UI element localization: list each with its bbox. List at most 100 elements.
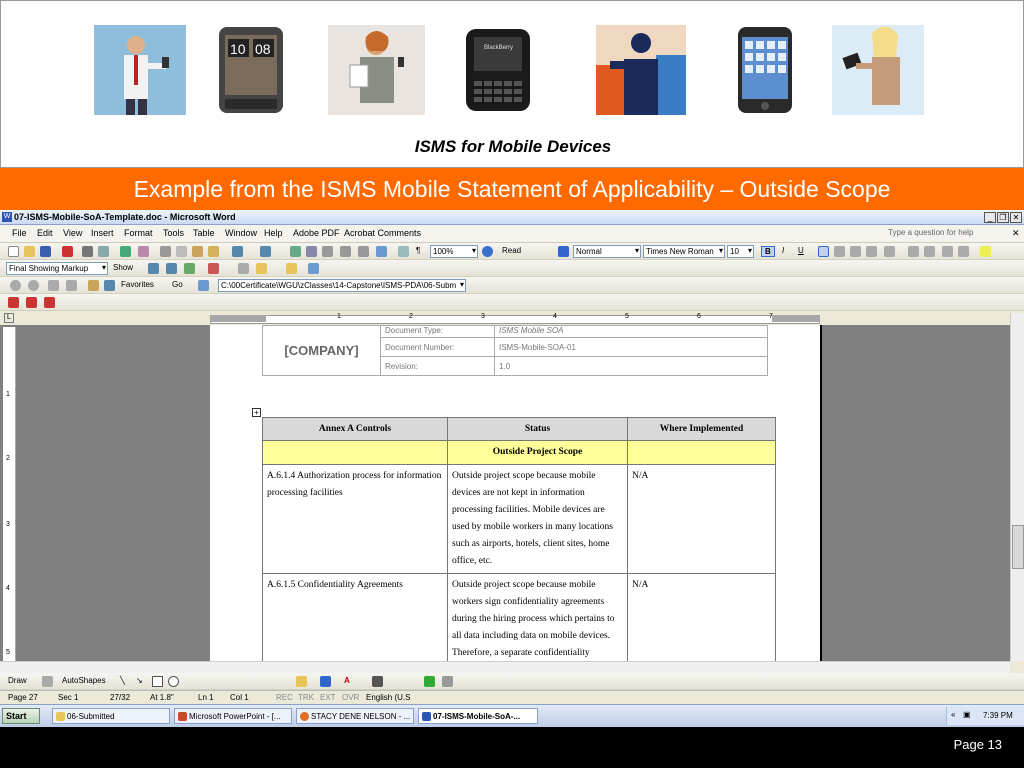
insert-table-icon[interactable] (322, 246, 333, 257)
highlight-icon[interactable] (980, 246, 991, 257)
fill-color-icon[interactable] (296, 676, 307, 687)
document-map-icon[interactable] (398, 246, 409, 257)
bold-button[interactable]: B (761, 246, 775, 257)
style-select[interactable]: Normal (573, 245, 641, 258)
numbering-icon[interactable] (908, 246, 919, 257)
next-change-icon[interactable] (166, 263, 177, 274)
convert-to-pdf-icon[interactable] (8, 297, 19, 308)
permission-icon[interactable] (62, 246, 73, 257)
zoom-select[interactable]: 100% (430, 245, 478, 258)
align-left-icon[interactable] (818, 246, 829, 257)
home-icon[interactable] (88, 280, 99, 291)
status-rec[interactable]: REC (276, 693, 293, 702)
increase-indent-icon[interactable] (958, 246, 969, 257)
reviewing-pane-icon[interactable] (286, 263, 297, 274)
table-move-handle-icon[interactable]: + (252, 408, 261, 417)
convert-and-review-icon[interactable] (44, 297, 55, 308)
document-page[interactable]: [COMPANY] Document Type: ISMS Mobile SOA… (210, 325, 822, 683)
arrow-icon[interactable]: ↘ (136, 676, 143, 685)
close-button[interactable]: ✕ (1010, 212, 1022, 223)
underline-button[interactable]: U (798, 246, 804, 255)
restore-button[interactable]: ❐ (997, 212, 1009, 223)
favorites-menu[interactable]: Favorites (121, 280, 154, 289)
font-size-select[interactable]: 10 (727, 245, 754, 258)
network-icon[interactable]: ▣ (963, 710, 971, 719)
status-ext[interactable]: EXT (320, 693, 336, 702)
bullets-icon[interactable] (924, 246, 935, 257)
stop-icon[interactable] (48, 280, 59, 291)
tray-expand-icon[interactable]: « (951, 710, 955, 719)
styles-icon[interactable] (558, 246, 569, 257)
menu-edit[interactable]: Edit (37, 228, 53, 238)
decrease-indent-icon[interactable] (942, 246, 953, 257)
go-menu[interactable]: Go (172, 280, 183, 289)
search-web-icon[interactable] (104, 280, 115, 291)
taskbar-item-folder[interactable]: 06-Submitted (52, 708, 170, 724)
autoshapes-menu[interactable]: AutoShapes (62, 676, 106, 685)
oval-icon[interactable] (168, 676, 179, 687)
copy-icon[interactable] (176, 246, 187, 257)
markup-view-select[interactable]: Final Showing Markup (6, 262, 108, 275)
status-trk[interactable]: TRK (298, 693, 314, 702)
insert-excel-icon[interactable] (340, 246, 351, 257)
line-color-icon[interactable] (320, 676, 331, 687)
columns-icon[interactable] (358, 246, 369, 257)
taskbar-item-word[interactable]: 07-ISMS-Mobile-SoA-... (418, 708, 538, 724)
draw-menu[interactable]: Draw (8, 676, 27, 685)
reject-change-icon[interactable] (208, 263, 219, 274)
compare-icon[interactable] (308, 263, 319, 274)
taskbar-item-powerpoint[interactable]: Microsoft PowerPoint - [... (174, 708, 292, 724)
tables-borders-icon[interactable] (306, 246, 317, 257)
read-button[interactable]: Read (502, 246, 521, 255)
back-icon[interactable] (10, 280, 21, 291)
select-objects-icon[interactable] (42, 676, 53, 687)
help-icon[interactable] (482, 246, 493, 257)
track-changes-icon[interactable] (256, 263, 267, 274)
spelling-icon[interactable] (120, 246, 131, 257)
convert-and-email-icon[interactable] (26, 297, 37, 308)
line-spacing-icon[interactable] (884, 246, 895, 257)
paste-icon[interactable] (192, 246, 203, 257)
align-center-icon[interactable] (834, 246, 845, 257)
rectangle-icon[interactable] (152, 676, 163, 687)
minimize-button[interactable]: _ (984, 212, 996, 223)
drawing-icon[interactable] (376, 246, 387, 257)
vertical-scrollbar[interactable] (1010, 313, 1024, 661)
print-icon[interactable] (82, 246, 93, 257)
menu-adobe-pdf[interactable]: Adobe PDF (293, 228, 340, 238)
refresh-icon[interactable] (66, 280, 77, 291)
start-button[interactable]: Start (2, 708, 40, 724)
status-ovr[interactable]: OVR (342, 693, 359, 702)
menu-tools[interactable]: Tools (163, 228, 184, 238)
menu-table[interactable]: Table (193, 228, 215, 238)
menu-insert[interactable]: Insert (91, 228, 114, 238)
tab-selector[interactable]: L (4, 313, 14, 323)
horizontal-scrollbar[interactable] (0, 661, 1010, 673)
font-select[interactable]: Times New Roman (643, 245, 725, 258)
taskbar-item-browser[interactable]: STACY DENE NELSON - ... (296, 708, 414, 724)
menu-help[interactable]: Help (264, 228, 283, 238)
show-web-toolbar-icon[interactable] (198, 280, 209, 291)
print-preview-icon[interactable] (98, 246, 109, 257)
previous-change-icon[interactable] (148, 263, 159, 274)
cut-icon[interactable] (160, 246, 171, 257)
close-document-icon[interactable]: ✕ (1012, 228, 1020, 239)
shadow-icon[interactable] (424, 676, 435, 687)
scroll-thumb[interactable] (1012, 525, 1024, 569)
hyperlink-icon[interactable] (290, 246, 301, 257)
menu-view[interactable]: View (63, 228, 82, 238)
menu-window[interactable]: Window (225, 228, 257, 238)
new-document-icon[interactable] (8, 246, 19, 257)
open-folder-icon[interactable] (24, 246, 35, 257)
line-icon[interactable]: ╲ (120, 676, 125, 685)
save-icon[interactable] (40, 246, 51, 257)
forward-icon[interactable] (28, 280, 39, 291)
menu-file[interactable]: File (12, 228, 27, 238)
research-icon[interactable] (138, 246, 149, 257)
menu-acrobat-comments[interactable]: Acrobat Comments (344, 228, 421, 238)
address-input[interactable]: C:\00Certificate\WGU\zClasses\14-Capston… (218, 279, 466, 292)
clock[interactable]: 7:39 PM (983, 711, 1013, 720)
font-color-icon[interactable]: A (344, 676, 350, 685)
show-hide-icon[interactable]: ¶ (416, 246, 420, 255)
undo-icon[interactable] (232, 246, 243, 257)
